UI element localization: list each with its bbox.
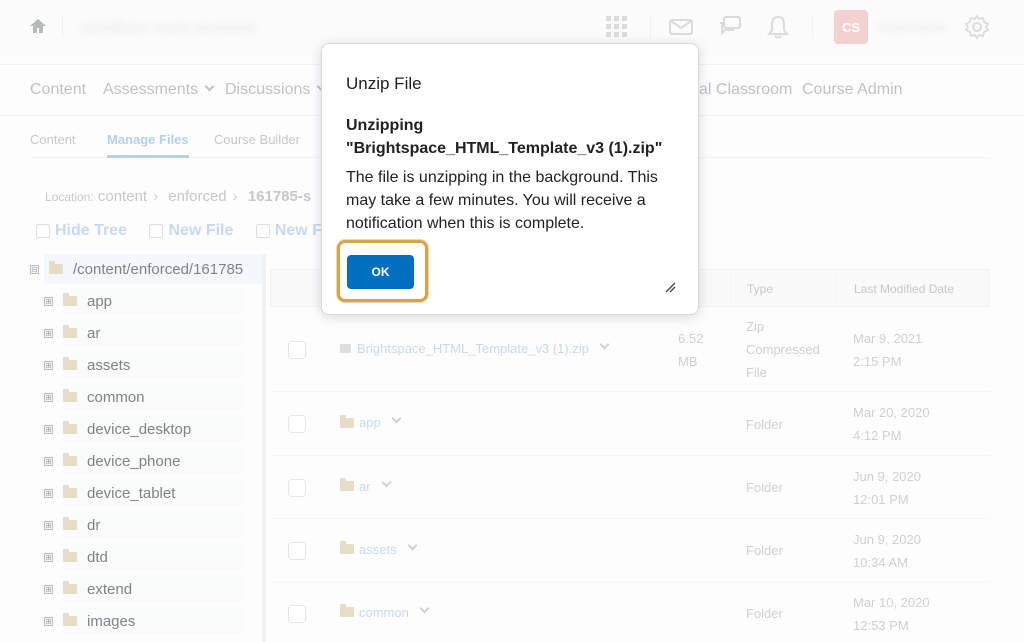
tree-item-label: images — [87, 612, 136, 630]
expand-icon[interactable]: ⊞ — [44, 296, 53, 306]
tree-item-label: dtd — [87, 548, 108, 566]
tree-item-label: device_phone — [87, 452, 181, 470]
tree-item-label: dr — [87, 516, 101, 534]
unzip-dialog: Unzip File Unzipping "Brightspace_HTML_T… — [321, 43, 699, 315]
folder-icon — [63, 325, 77, 338]
dialog-title: Unzip File — [346, 74, 422, 93]
tree-item-label: extend — [87, 580, 133, 598]
folder-icon — [63, 357, 77, 370]
expand-icon[interactable]: ⊞ — [44, 552, 53, 562]
tree-item-label: device_desktop — [87, 420, 192, 438]
tree-item-label: assets — [87, 356, 131, 374]
folder-icon — [340, 541, 354, 554]
folder-icon — [49, 261, 63, 274]
tree-root-label: /content/enforced/161785 — [73, 260, 244, 278]
expand-icon[interactable]: ⊞ — [44, 456, 53, 466]
folder-icon — [63, 453, 77, 466]
folder-icon — [63, 549, 77, 562]
tree-item-label: app — [87, 292, 113, 310]
expand-icon[interactable]: ⊞ — [44, 520, 53, 530]
expand-icon[interactable]: ⊞ — [44, 584, 53, 594]
folder-icon — [63, 485, 77, 498]
folder-icon — [340, 414, 354, 428]
dialog-heading: Unzipping "Brightspace_HTML_Template_v3 … — [346, 117, 663, 157]
expand-icon[interactable]: ⊞ — [44, 360, 53, 370]
tree-item-label: common — [87, 388, 145, 406]
collapse-icon[interactable]: ⊟ — [30, 264, 39, 274]
expand-icon[interactable]: ⊞ — [44, 424, 53, 434]
expand-icon[interactable]: ⊞ — [44, 392, 53, 402]
folder-icon — [63, 389, 77, 402]
dialog-message: The file is unzipping in the background.… — [346, 169, 658, 232]
folder-icon — [63, 517, 77, 530]
folder-icon — [340, 478, 354, 491]
folder-icon — [63, 293, 77, 306]
folder-icon — [63, 421, 77, 434]
tree-item-label: device_tablet — [87, 484, 176, 502]
folder-icon — [63, 581, 77, 594]
ok-button[interactable]: OK — [347, 255, 414, 289]
tree-item-label: ar — [87, 324, 101, 342]
expand-icon[interactable]: ⊞ — [44, 328, 53, 338]
folder-icon — [63, 613, 77, 626]
resize-handle-icon[interactable] — [664, 280, 676, 293]
expand-icon[interactable]: ⊞ — [44, 488, 53, 498]
folder-icon — [340, 604, 354, 617]
expand-icon[interactable]: ⊞ — [44, 616, 53, 626]
